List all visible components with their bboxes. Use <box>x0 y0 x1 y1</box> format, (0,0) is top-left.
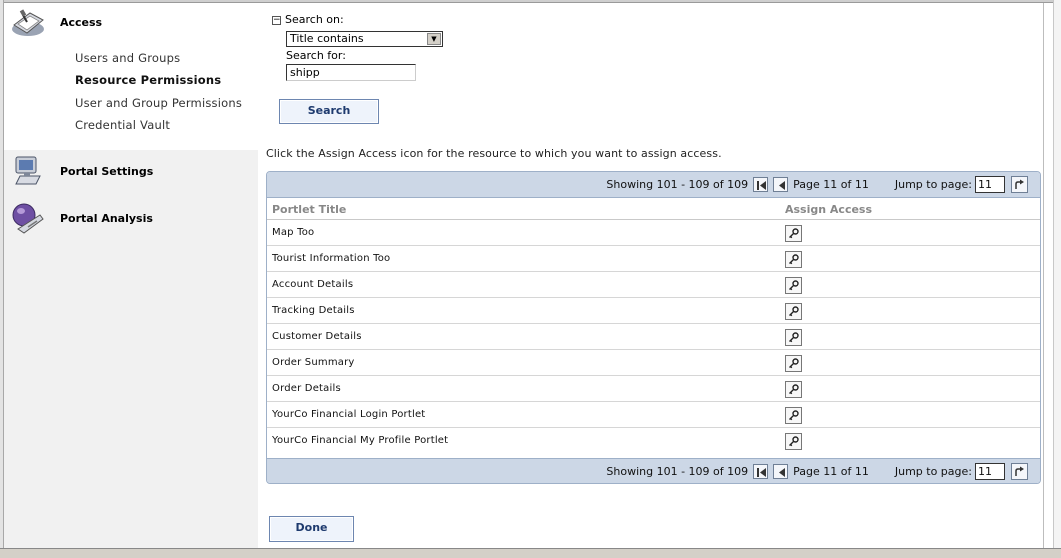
search-on-value: Title contains <box>290 32 364 45</box>
sidebar-section-access[interactable]: Access <box>10 5 102 39</box>
portlet-title-cell: YourCo Financial Login Portlet <box>272 409 426 420</box>
instructions-text: Click the Assign Access icon for the res… <box>266 147 722 160</box>
assign-access-key-icon[interactable] <box>785 355 802 372</box>
table-row: Order Summary <box>267 350 1040 376</box>
sidebar-section-label: Portal Settings <box>60 164 154 178</box>
chevron-down-icon[interactable]: ▼ <box>427 33 441 45</box>
table-row: Order Details <box>267 376 1040 402</box>
results-table: Showing 101 - 109 of 109 Page 11 of 11 J… <box>266 171 1041 484</box>
go-arrow-icon[interactable] <box>1011 463 1028 480</box>
table-row: Customer Details <box>267 324 1040 350</box>
search-on-header: − Search on: <box>272 13 344 26</box>
previous-page-icon[interactable] <box>773 464 789 479</box>
jump-to-page-label: Jump to page: <box>894 178 972 191</box>
sidebar-section-label: Portal Analysis <box>60 211 153 225</box>
go-arrow-icon[interactable] <box>1011 176 1028 193</box>
first-page-icon[interactable] <box>753 464 769 479</box>
horizontal-scrollbar[interactable] <box>0 548 1061 558</box>
portlet-title-cell: Order Summary <box>272 357 355 368</box>
portal-analysis-globe-icon <box>10 201 46 235</box>
sidebar-section-label: Access <box>60 15 103 29</box>
done-button[interactable]: Done <box>269 516 354 542</box>
portlet-title-cell: Tourist Information Too <box>272 253 391 264</box>
table-row: YourCo Financial My Profile Portlet <box>267 428 1040 458</box>
search-for-input[interactable]: shipp <box>286 64 416 81</box>
assign-access-key-icon[interactable] <box>785 381 802 398</box>
jump-to-page-input[interactable]: 11 <box>975 463 1005 480</box>
main-content: − Search on: Title contains ▼ Search for:… <box>258 3 1043 548</box>
search-on-label: Search on: <box>285 13 344 26</box>
assign-access-key-icon[interactable] <box>785 303 802 320</box>
portal-settings-computer-icon <box>10 154 46 188</box>
column-header-assign-access: Assign Access <box>785 203 873 216</box>
jump-to-page-label: Jump to page: <box>894 465 972 478</box>
sidebar-section-portal-analysis[interactable]: Portal Analysis <box>10 201 153 235</box>
previous-page-icon[interactable] <box>773 177 789 192</box>
pager-showing-text: Showing 101 - 109 of 109 <box>606 465 749 478</box>
table-row: Account Details <box>267 272 1040 298</box>
admin-window: Access Users and Groups Resource Permiss… <box>0 0 1061 558</box>
sidebar-item-resource-permissions[interactable]: Resource Permissions <box>75 73 221 87</box>
portlet-title-cell: Customer Details <box>272 331 362 342</box>
pane-divider <box>1043 3 1044 548</box>
sidebar-item-credential-vault[interactable]: Credential Vault <box>75 118 170 132</box>
table-header-row: Portlet Title Assign Access <box>267 198 1040 220</box>
portlet-title-cell: Order Details <box>272 383 341 394</box>
pager-showing-text: Showing 101 - 109 of 109 <box>606 178 749 191</box>
assign-access-key-icon[interactable] <box>785 407 802 424</box>
sidebar-section-portal-settings[interactable]: Portal Settings <box>10 154 153 188</box>
search-for-label: Search for: <box>286 49 346 62</box>
search-button[interactable]: Search <box>279 99 379 124</box>
portlet-title-cell: Tracking Details <box>272 305 355 316</box>
assign-access-key-icon[interactable] <box>785 329 802 346</box>
sidebar: Access Users and Groups Resource Permiss… <box>4 3 258 548</box>
sidebar-item-user-and-group-permissions[interactable]: User and Group Permissions <box>75 96 242 110</box>
assign-access-key-icon[interactable] <box>785 277 802 294</box>
portlet-title-cell: YourCo Financial My Profile Portlet <box>272 435 449 446</box>
assign-access-key-icon[interactable] <box>785 251 802 268</box>
sidebar-item-users-and-groups[interactable]: Users and Groups <box>75 51 180 65</box>
collapse-icon[interactable]: − <box>272 15 281 25</box>
table-row: YourCo Financial Login Portlet <box>267 402 1040 428</box>
search-on-select[interactable]: Title contains ▼ <box>286 31 443 47</box>
first-page-icon[interactable] <box>753 177 769 192</box>
portlet-title-cell: Account Details <box>272 279 354 290</box>
assign-access-key-icon[interactable] <box>785 433 802 450</box>
column-header-portlet-title[interactable]: Portlet Title <box>272 203 346 216</box>
assign-access-key-icon[interactable] <box>785 225 802 242</box>
table-row: Tourist Information Too <box>267 246 1040 272</box>
pager-page-text: Page 11 of 11 <box>793 465 869 478</box>
pager-top: Showing 101 - 109 of 109 Page 11 of 11 J… <box>267 172 1040 198</box>
portlet-title-cell: Map Too <box>272 227 315 238</box>
pager-page-text: Page 11 of 11 <box>793 178 869 191</box>
table-row: Map Too <box>267 220 1040 246</box>
jump-to-page-input[interactable]: 11 <box>975 176 1005 193</box>
pager-bottom: Showing 101 - 109 of 109 Page 11 of 11 J… <box>267 458 1040 483</box>
access-book-icon <box>10 5 46 39</box>
vertical-scrollbar[interactable] <box>1053 0 1061 548</box>
table-row: Tracking Details <box>267 298 1040 324</box>
window-left-border <box>0 0 4 558</box>
